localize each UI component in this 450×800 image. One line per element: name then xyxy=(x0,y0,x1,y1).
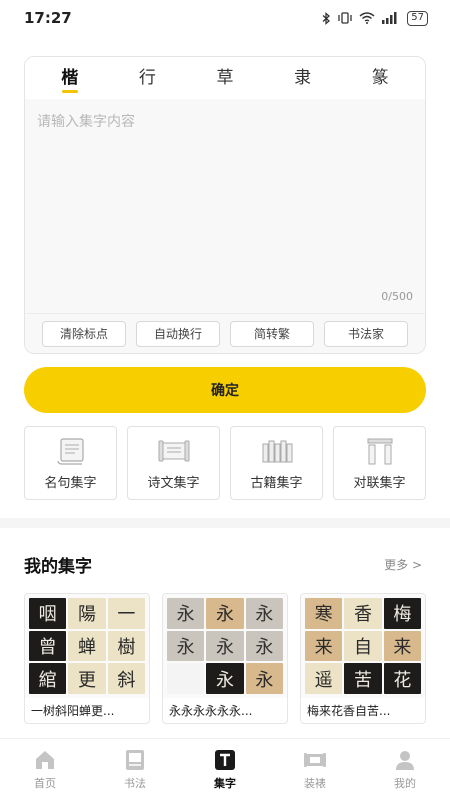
glyph-cell: 自 xyxy=(344,630,382,662)
glyph-cell: 永 xyxy=(245,663,283,694)
glyph-cell: 遥 xyxy=(305,663,343,694)
signal-icon xyxy=(382,12,397,24)
glyph-cell: 花 xyxy=(383,663,421,694)
tab-calligraphy[interactable]: 书法 xyxy=(105,748,165,791)
category-poetry[interactable]: 诗文集字 xyxy=(127,426,220,500)
glyph-cell: 来 xyxy=(305,630,343,662)
bottom-tab-bar: 首页 书法 集字 装裱 我的 xyxy=(0,738,450,800)
status-time: 17:27 xyxy=(24,9,72,27)
category-ancient-books[interactable]: 古籍集字 xyxy=(230,426,323,500)
glyph-cell: 咽 xyxy=(29,598,67,629)
collection-card[interactable]: 永 永 永 永 永 永 永 永 永永永永永永... xyxy=(162,593,288,724)
category-label: 古籍集字 xyxy=(250,475,303,491)
glyph-cell: 永 xyxy=(245,630,283,662)
glyph-cell: 永 xyxy=(206,598,244,629)
glyph-cell: 陽 xyxy=(68,598,106,629)
couplet-icon xyxy=(367,438,392,464)
glyph-cell: 斜 xyxy=(107,663,145,694)
category-label: 对联集字 xyxy=(353,475,406,491)
glyph-cell: 曾 xyxy=(29,630,67,662)
bluetooth-icon xyxy=(322,11,331,25)
confirm-button[interactable]: 确定 xyxy=(24,367,426,413)
collection-caption: 梅来花香自苦... xyxy=(307,704,391,718)
collection-card[interactable]: 寒 香 梅 来 自 来 遥 苦 花 梅来花香自苦... xyxy=(300,593,426,724)
category-label: 诗文集字 xyxy=(147,475,200,491)
poem-scroll-icon xyxy=(158,440,189,461)
glyph-cell: 永 xyxy=(206,630,244,662)
collection-preview: 永 永 永 永 永 永 永 永 xyxy=(163,594,287,698)
tab-label: 书法 xyxy=(124,777,146,790)
section-divider xyxy=(0,518,450,528)
tab-collect-chars[interactable]: 集字 xyxy=(195,748,255,791)
tab-li[interactable]: 隶 xyxy=(273,57,333,99)
glyph-cell: 来 xyxy=(383,630,421,662)
glyph-cell: 苦 xyxy=(344,663,382,694)
calligraphy-icon xyxy=(126,750,144,770)
tab-profile[interactable]: 我的 xyxy=(375,748,435,791)
bamboo-slips-icon xyxy=(262,440,292,462)
collection-caption: 一树斜阳蝉更... xyxy=(31,704,115,718)
glyph-cell: 樹 xyxy=(107,630,145,662)
collect-char-icon xyxy=(215,750,235,770)
collection-card[interactable]: 咽 陽 一 曾 蝉 樹 綰 更 斜 一树斜阳蝉更... xyxy=(24,593,150,724)
simplified-to-traditional-button[interactable]: 简转繁 xyxy=(230,320,314,347)
clear-punctuation-button[interactable]: 清除标点 xyxy=(42,320,126,347)
home-icon xyxy=(36,751,54,769)
profile-icon xyxy=(396,751,414,770)
battery-indicator: 57 xyxy=(407,10,428,26)
editor-card: 楷 行 草 隶 篆 0/500 清除标点 自动换行 简转繁 书法家 xyxy=(24,56,426,354)
collection-preview: 寒 香 梅 来 自 来 遥 苦 花 xyxy=(301,594,425,698)
char-count: 0/500 xyxy=(381,290,413,303)
vibrate-icon xyxy=(338,12,352,24)
collection-row: 咽 陽 一 曾 蝉 樹 綰 更 斜 一树斜阳蝉更... 永 永 永 永 永 永 … xyxy=(24,593,426,724)
glyph-cell: 永 xyxy=(245,598,283,629)
my-collection-title: 我的集字 xyxy=(24,557,92,577)
glyph-cell: 梅 xyxy=(383,598,421,629)
more-link[interactable]: 更多 > xyxy=(384,556,422,573)
tab-kai[interactable]: 楷 xyxy=(40,57,100,99)
auto-wrap-button[interactable]: 自动换行 xyxy=(136,320,220,347)
script-style-tabs: 楷 行 草 隶 篆 xyxy=(25,57,425,99)
glyph-cell: 寒 xyxy=(305,598,343,629)
tab-label: 首页 xyxy=(34,777,56,790)
tab-cao[interactable]: 草 xyxy=(195,57,255,99)
category-label: 名句集字 xyxy=(44,475,97,491)
collect-text-input[interactable] xyxy=(25,99,425,313)
tab-label: 我的 xyxy=(394,777,416,790)
tab-mounting[interactable]: 装裱 xyxy=(285,748,345,791)
glyph-cell xyxy=(167,663,205,694)
wifi-icon xyxy=(359,12,375,24)
status-bar: 17:27 57 xyxy=(0,0,450,36)
glyph-cell: 永 xyxy=(167,630,205,662)
category-row: 名句集字 诗文集字 古籍集字 对联集字 xyxy=(24,426,426,500)
glyph-cell: 更 xyxy=(68,663,106,694)
tab-label: 集字 xyxy=(214,777,236,790)
tab-xing[interactable]: 行 xyxy=(117,57,177,99)
tab-home[interactable]: 首页 xyxy=(15,748,75,791)
text-area-container: 0/500 xyxy=(25,99,425,313)
glyph-cell: 永 xyxy=(167,598,205,629)
mounting-icon xyxy=(304,753,326,767)
category-famous-quotes[interactable]: 名句集字 xyxy=(24,426,117,500)
status-icons: 57 xyxy=(322,10,428,26)
glyph-cell: 綰 xyxy=(29,663,67,694)
collection-caption: 永永永永永永... xyxy=(169,704,253,718)
category-couplets[interactable]: 对联集字 xyxy=(333,426,426,500)
calligrapher-button[interactable]: 书法家 xyxy=(324,320,408,347)
glyph-cell: 香 xyxy=(344,598,382,629)
glyph-cell: 一 xyxy=(107,598,145,629)
glyph-cell: 永 xyxy=(206,663,244,694)
tab-label: 装裱 xyxy=(304,777,326,790)
editor-toolbar: 清除标点 自动换行 简转繁 书法家 xyxy=(25,313,425,353)
collection-preview: 咽 陽 一 曾 蝉 樹 綰 更 斜 xyxy=(25,594,149,698)
tab-zhuan[interactable]: 篆 xyxy=(350,57,410,99)
glyph-cell: 蝉 xyxy=(68,630,106,662)
scroll-icon xyxy=(56,437,84,465)
